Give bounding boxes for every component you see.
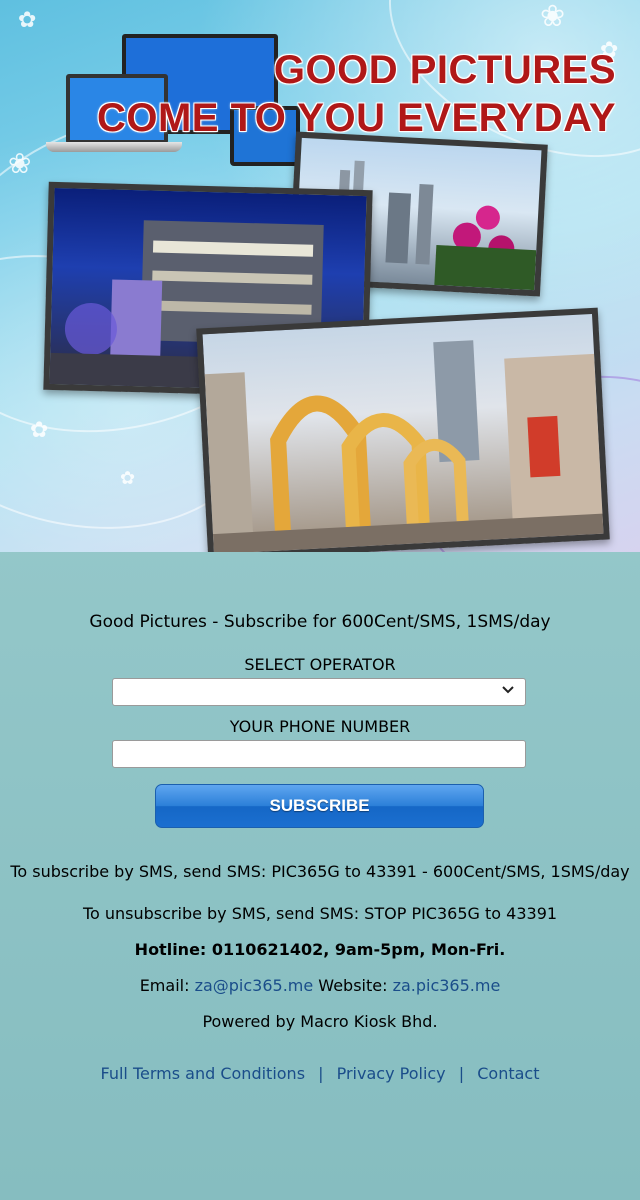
hero-banner: ✿ ❀ ✿ ❀ ✿ ✿ GOOD PICTURES COME TO YOU EV…	[0, 0, 640, 552]
operator-select[interactable]	[112, 678, 526, 706]
operator-label: SELECT OPERATOR	[244, 655, 396, 674]
subscribe-sms-instructions: To subscribe by SMS, send SMS: PIC365G t…	[10, 862, 630, 881]
phone-label: YOUR PHONE NUMBER	[229, 717, 411, 736]
flower-icon: ❀	[540, 0, 566, 34]
footer-separator: |	[318, 1064, 324, 1083]
laptop-base	[46, 142, 182, 152]
headline-line-1: GOOD PICTURES	[273, 48, 616, 92]
contact-line: Email: za@pic365.me Website: za.pic365.m…	[0, 976, 640, 995]
flower-icon: ✿	[18, 8, 37, 33]
unsubscribe-sms-instructions: To unsubscribe by SMS, send SMS: STOP PI…	[82, 904, 558, 923]
email-link[interactable]: za@pic365.me	[195, 976, 314, 995]
footer-separator: |	[458, 1064, 465, 1083]
offer-tagline: Good Pictures - Subscribe for 600Cent/SM…	[89, 612, 551, 632]
terms-link[interactable]: Full Terms and Conditions	[101, 1064, 306, 1083]
phone-number-input[interactable]	[112, 740, 526, 768]
website-link[interactable]: za.pic365.me	[393, 976, 501, 995]
powered-by: Powered by Macro Kiosk Bhd.	[202, 1012, 438, 1031]
footer-links: Full Terms and Conditions | Privacy Poli…	[0, 1064, 640, 1083]
chevron-down-icon	[501, 683, 515, 701]
privacy-link[interactable]: Privacy Policy	[337, 1064, 446, 1083]
hotline-value: 0110621402, 9am-5pm, Mon-Fri.	[211, 940, 506, 959]
subscribe-button[interactable]: SUBSCRIBE	[155, 784, 484, 828]
contact-link[interactable]: Contact	[477, 1064, 539, 1083]
hotline: Hotline: 0110621402, 9am-5pm, Mon-Fri.	[0, 940, 640, 959]
email-label: Email:	[139, 976, 195, 995]
flower-icon: ✿	[30, 418, 49, 443]
photo-street-arches	[196, 307, 610, 552]
flower-icon: ✿	[120, 468, 136, 489]
website-label: Website:	[313, 976, 393, 995]
hotline-label: Hotline:	[134, 940, 212, 959]
flower-icon: ❀	[8, 147, 32, 180]
